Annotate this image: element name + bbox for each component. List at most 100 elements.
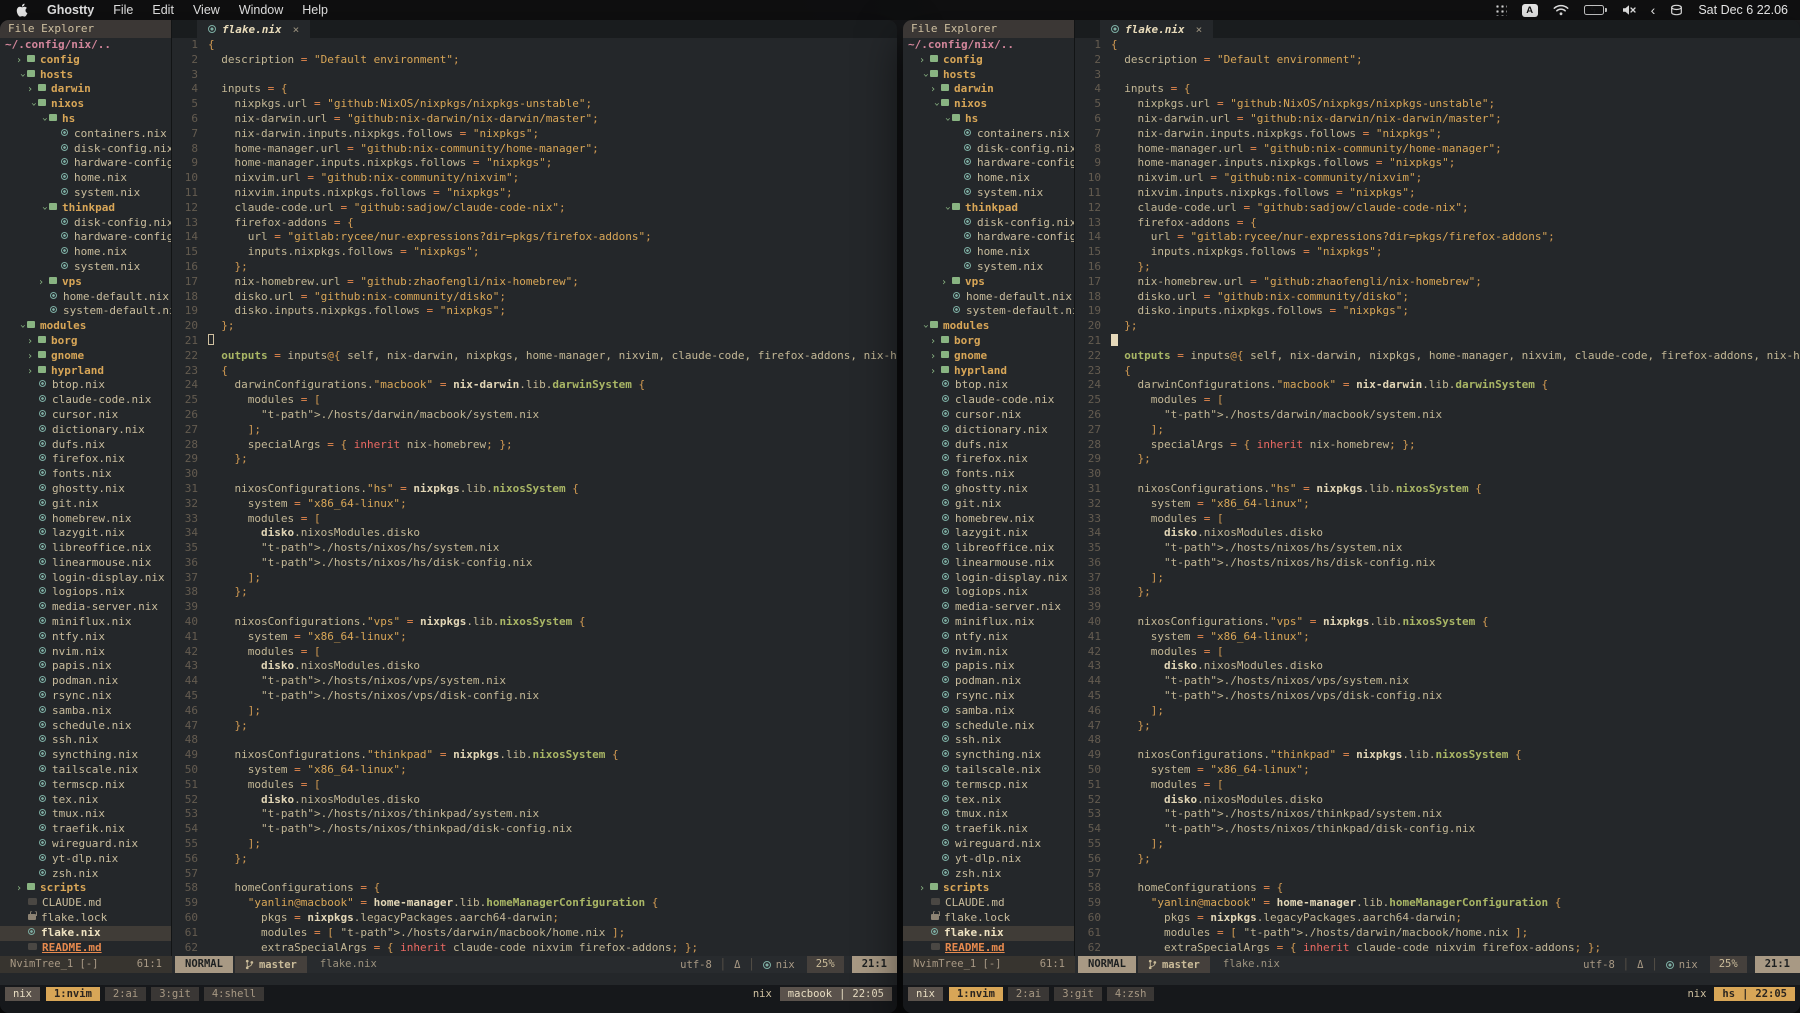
tree-item-hardware-configura[interactable]: hardware-configura bbox=[0, 156, 171, 171]
code-line-48[interactable]: 48 bbox=[1075, 733, 1800, 748]
code-line-26[interactable]: 26 "t-path">./hosts/darwin/macbook/syste… bbox=[1075, 408, 1800, 423]
code-line-16[interactable]: 16 }; bbox=[1075, 260, 1800, 275]
tree-item-darwin[interactable]: ›darwin bbox=[0, 82, 171, 97]
code-line-39[interactable]: 39 bbox=[172, 600, 897, 615]
code-line-28[interactable]: 28 specialArgs = { inherit nix-homebrew;… bbox=[172, 438, 897, 453]
code-line-15[interactable]: 15 inputs.nixpkgs.follows = "nixpkgs"; bbox=[172, 245, 897, 260]
code-line-62[interactable]: 62 extraSpecialArgs = { inherit claude-c… bbox=[172, 941, 897, 956]
code-line-62[interactable]: 62 extraSpecialArgs = { inherit claude-c… bbox=[1075, 941, 1800, 956]
tree-item-nixos[interactable]: ›nixos bbox=[903, 97, 1074, 112]
menu-file[interactable]: File bbox=[113, 3, 133, 17]
code-line-4[interactable]: 4 inputs = { bbox=[172, 82, 897, 97]
code-line-6[interactable]: 6 nix-darwin.url = "github:nix-darwin/ni… bbox=[172, 112, 897, 127]
tree-item-login-display-nix[interactable]: login-display.nix bbox=[903, 571, 1074, 586]
tree-item-hs[interactable]: ›hs bbox=[0, 112, 171, 127]
code-line-13[interactable]: 13 firefox-addons = { bbox=[172, 216, 897, 231]
tree-item-tailscale-nix[interactable]: tailscale.nix bbox=[903, 763, 1074, 778]
code-line-35[interactable]: 35 "t-path">./hosts/nixos/hs/system.nix bbox=[172, 541, 897, 556]
code-line-48[interactable]: 48 bbox=[172, 733, 897, 748]
tree-item-firefox-nix[interactable]: firefox.nix bbox=[903, 452, 1074, 467]
menu-app-name[interactable]: Ghostty bbox=[47, 3, 94, 17]
code-line-41[interactable]: 41 system = "x86_64-linux"; bbox=[1075, 630, 1800, 645]
tree-item-thinkpad[interactable]: ›thinkpad bbox=[0, 201, 171, 216]
code-line-40[interactable]: 40 nixosConfigurations."vps" = nixpkgs.l… bbox=[172, 615, 897, 630]
tree-item-disk-config-nix[interactable]: disk-config.nix bbox=[903, 216, 1074, 231]
wifi-icon[interactable] bbox=[1553, 4, 1569, 16]
tree-item-login-display-nix[interactable]: login-display.nix bbox=[0, 571, 171, 586]
tree-item-tmux-nix[interactable]: tmux.nix bbox=[903, 807, 1074, 822]
code-line-55[interactable]: 55 ]; bbox=[172, 837, 897, 852]
code-line-54[interactable]: 54 "t-path">./hosts/nixos/thinkpad/disk-… bbox=[172, 822, 897, 837]
code-line-44[interactable]: 44 "t-path">./hosts/nixos/vps/system.nix bbox=[1075, 674, 1800, 689]
tree-item-hosts[interactable]: ›hosts bbox=[903, 68, 1074, 83]
tree-item-schedule-nix[interactable]: schedule.nix bbox=[903, 719, 1074, 734]
tmux-session-name[interactable]: nix bbox=[5, 987, 40, 1001]
tree-item-disk-config-nix[interactable]: disk-config.nix bbox=[903, 142, 1074, 157]
tree-item-samba-nix[interactable]: samba.nix bbox=[903, 704, 1074, 719]
tree-item-wireguard-nix[interactable]: wireguard.nix bbox=[903, 837, 1074, 852]
code-line-16[interactable]: 16 }; bbox=[172, 260, 897, 275]
code-line-18[interactable]: 18 disko.url = "github:nix-community/dis… bbox=[172, 290, 897, 305]
code-line-47[interactable]: 47 }; bbox=[172, 719, 897, 734]
mute-icon[interactable] bbox=[1622, 4, 1636, 16]
code-line-22[interactable]: 22 outputs = inputs@{ self, nix-darwin, … bbox=[1075, 349, 1800, 364]
tree-item-containers-nix[interactable]: containers.nix bbox=[0, 127, 171, 142]
tmux-session-name[interactable]: nix bbox=[908, 987, 943, 1001]
tmux-window-2-ai[interactable]: 2:ai bbox=[105, 987, 146, 1001]
tree-item-traefik-nix[interactable]: traefik.nix bbox=[903, 822, 1074, 837]
menu-help[interactable]: Help bbox=[302, 3, 328, 17]
tree-item-scripts[interactable]: ›scripts bbox=[0, 881, 171, 896]
code-line-2[interactable]: 2 description = "Default environment"; bbox=[1075, 53, 1800, 68]
code-line-36[interactable]: 36 "t-path">./hosts/nixos/hs/disk-config… bbox=[172, 556, 897, 571]
code-line-32[interactable]: 32 system = "x86_64-linux"; bbox=[1075, 497, 1800, 512]
tree-item-dufs-nix[interactable]: dufs.nix bbox=[0, 438, 171, 453]
code-line-5[interactable]: 5 nixpkgs.url = "github:NixOS/nixpkgs/ni… bbox=[1075, 97, 1800, 112]
code-line-59[interactable]: 59 "yanlin@macbook" = home-manager.lib.h… bbox=[172, 896, 897, 911]
tree-item-ntfy-nix[interactable]: ntfy.nix bbox=[903, 630, 1074, 645]
tree-item-config-nix[interactable]: ~/.config/nix/.. bbox=[0, 38, 171, 53]
code-line-3[interactable]: 3 bbox=[172, 68, 897, 83]
code-line-14[interactable]: 14 url = "gitlab:rycee/nur-expressions?d… bbox=[172, 230, 897, 245]
tree-item-home-nix[interactable]: home.nix bbox=[903, 245, 1074, 260]
code-line-21[interactable]: 21 bbox=[172, 334, 897, 349]
code-line-12[interactable]: 12 claude-code.url = "github:sadjow/clau… bbox=[172, 201, 897, 216]
code-line-37[interactable]: 37 ]; bbox=[1075, 571, 1800, 586]
menu-bar-clock[interactable]: Sat Dec 6 22.06 bbox=[1698, 3, 1788, 17]
tree-item-papis-nix[interactable]: papis.nix bbox=[0, 659, 171, 674]
tree-item-config-nix[interactable]: ~/.config/nix/.. bbox=[903, 38, 1074, 53]
code-line-29[interactable]: 29 }; bbox=[1075, 452, 1800, 467]
tree-item-traefik-nix[interactable]: traefik.nix bbox=[0, 822, 171, 837]
code-line-34[interactable]: 34 disko.nixosModules.disko bbox=[172, 526, 897, 541]
tree-item-git-nix[interactable]: git.nix bbox=[903, 497, 1074, 512]
tree-item-home-default-nix[interactable]: home-default.nix bbox=[903, 290, 1074, 305]
tree-item-homebrew-nix[interactable]: homebrew.nix bbox=[903, 512, 1074, 527]
code-editor[interactable]: 1{2 description = "Default environment";… bbox=[1075, 38, 1800, 956]
tree-item-system-default-nix[interactable]: system-default.nix bbox=[903, 304, 1074, 319]
tree-item-system-nix[interactable]: system.nix bbox=[903, 186, 1074, 201]
tree-item-termscp-nix[interactable]: termscp.nix bbox=[903, 778, 1074, 793]
tree-item-miniflux-nix[interactable]: miniflux.nix bbox=[903, 615, 1074, 630]
tree-item-podman-nix[interactable]: podman.nix bbox=[0, 674, 171, 689]
code-line-37[interactable]: 37 ]; bbox=[172, 571, 897, 586]
code-line-12[interactable]: 12 claude-code.url = "github:sadjow/clau… bbox=[1075, 201, 1800, 216]
code-line-30[interactable]: 30 bbox=[1075, 467, 1800, 482]
tree-item-tex-nix[interactable]: tex.nix bbox=[0, 793, 171, 808]
tree-item-disk-config-nix[interactable]: disk-config.nix bbox=[0, 142, 171, 157]
tree-item-yt-dlp-nix[interactable]: yt-dlp.nix bbox=[903, 852, 1074, 867]
tree-item-tailscale-nix[interactable]: tailscale.nix bbox=[0, 763, 171, 778]
tree-item-lazygit-nix[interactable]: lazygit.nix bbox=[0, 526, 171, 541]
tree-item-claude-code-nix[interactable]: claude-code.nix bbox=[903, 393, 1074, 408]
tree-item-hardware-configura[interactable]: hardware-configura bbox=[903, 156, 1074, 171]
tmux-window-1-nvim[interactable]: 1:nvim bbox=[949, 987, 1003, 1001]
tmux-window-4-shell[interactable]: 4:shell bbox=[204, 987, 264, 1001]
tree-item-hs[interactable]: ›hs bbox=[903, 112, 1074, 127]
stack-icon[interactable] bbox=[1670, 4, 1683, 17]
tree-item-papis-nix[interactable]: papis.nix bbox=[903, 659, 1074, 674]
tree-item-flake-nix[interactable]: flake.nix bbox=[0, 926, 171, 941]
code-line-31[interactable]: 31 nixosConfigurations."hs" = nixpkgs.li… bbox=[1075, 482, 1800, 497]
code-line-28[interactable]: 28 specialArgs = { inherit nix-homebrew;… bbox=[1075, 438, 1800, 453]
code-line-55[interactable]: 55 ]; bbox=[1075, 837, 1800, 852]
code-line-50[interactable]: 50 system = "x86_64-linux"; bbox=[1075, 763, 1800, 778]
code-line-10[interactable]: 10 nixvim.url = "github:nix-community/ni… bbox=[172, 171, 897, 186]
code-line-25[interactable]: 25 modules = [ bbox=[1075, 393, 1800, 408]
